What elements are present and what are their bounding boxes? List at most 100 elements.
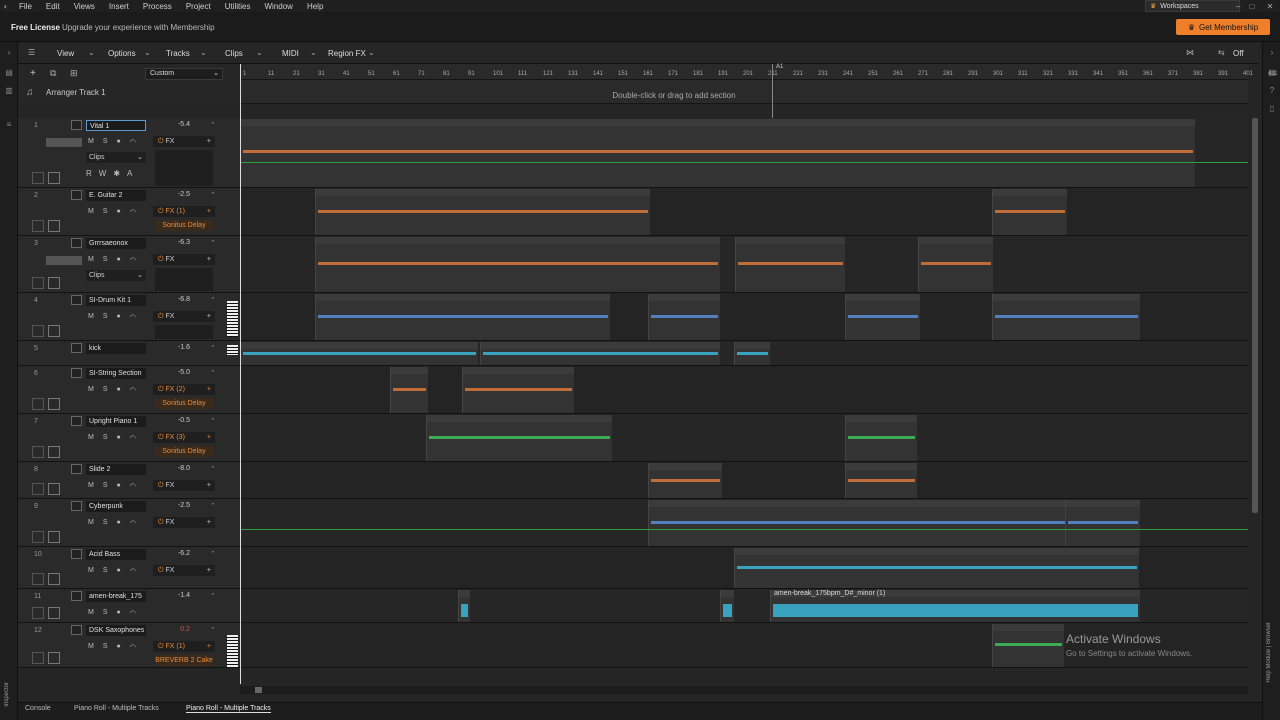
track-volume[interactable]: -2.5 [168,191,190,198]
inspector-label[interactable]: Inspector [4,682,10,707]
clip[interactable] [1065,500,1140,546]
track-lane-8[interactable] [240,462,1248,499]
automation-icon[interactable] [48,277,60,289]
track-menu-icon[interactable] [32,172,44,184]
track-volume[interactable]: -6.8 [168,296,190,303]
mute-button[interactable]: M [88,482,94,490]
track-name-field[interactable]: SI-Drum Kit 1 [86,295,146,306]
track-view-preset-select[interactable]: Custom ⌄ [145,68,223,80]
workspaces-dropdown[interactable]: ♛ Workspaces [1145,0,1240,12]
clip[interactable] [648,294,720,340]
solo-button[interactable]: S [103,138,108,146]
track-header-8[interactable]: 8 Slide 2 -8.0 ⌃ M S ● ◠ ⏻ FX + [18,462,240,499]
instrument-icon[interactable] [71,625,82,635]
chevron-up-icon[interactable]: ⌃ [210,502,216,510]
tab-console[interactable]: Console [25,705,51,712]
fx-bin[interactable]: ⏻ FX (1) + [153,641,215,652]
track-volume[interactable]: -0.5 [168,417,190,424]
fx-bin[interactable]: ⏻ FX + [153,517,215,528]
snap-off-label[interactable]: Off [1233,49,1244,58]
track-volume[interactable]: -6.3 [168,239,190,246]
track-header-5[interactable]: 5 kick -1.6 ⌃ [18,341,240,366]
maximize-icon[interactable]: □ [1246,0,1258,12]
add-fx-icon[interactable]: + [207,206,211,217]
add-fx-icon[interactable]: + [207,384,211,395]
solo-button[interactable]: S [103,482,108,490]
clip[interactable] [315,294,610,340]
record-arm-icon[interactable]: ● [117,643,121,651]
solo-button[interactable]: S [103,256,108,264]
record-arm-icon[interactable]: ● [117,313,121,321]
clip[interactable] [845,463,917,498]
synth-rack-icon[interactable] [46,256,82,265]
input-echo-icon[interactable]: ◠ [130,643,136,651]
menu-insert[interactable]: Insert [102,2,136,11]
automation-icon[interactable] [48,325,60,337]
clip-header[interactable] [241,342,478,349]
add-fx-icon[interactable]: + [207,254,211,265]
input-echo-icon[interactable]: ◠ [130,256,136,264]
track-header-1[interactable]: 1 Vital 1 -5.4 ⌃ M S ● ◠ ⏻ FX + Clips ⌄ R W ✱ A [18,118,240,188]
track-name-field[interactable]: amen-break_175 [86,591,146,602]
track-volume[interactable]: -5.0 [168,369,190,376]
add-fx-icon[interactable]: + [207,641,211,652]
chevron-up-icon[interactable]: ⌃ [210,550,216,558]
tracks-menu[interactable]: Tracks [166,49,190,58]
record-arm-icon[interactable]: ● [117,482,121,490]
input-echo-icon[interactable]: ◠ [130,208,136,216]
fx-bin[interactable]: ⏻ FX + [153,311,215,322]
chevron-up-icon[interactable]: ⌃ [210,417,216,425]
mute-button[interactable]: M [88,609,94,617]
options-menu[interactable]: Options [108,49,136,58]
now-time-marker[interactable] [240,64,241,684]
arranger-track-name[interactable]: Arranger Track 1 [46,88,106,97]
add-track-icon[interactable]: + [30,68,36,79]
clip-header[interactable] [1066,500,1140,507]
instrument-icon[interactable] [71,464,82,474]
instrument-icon[interactable] [71,591,82,601]
clip-header[interactable] [846,463,917,470]
clip[interactable] [240,119,1195,187]
clip[interactable] [720,590,734,622]
track-name-field[interactable]: Upright Piano 1 [86,416,146,427]
tab-piano-roll-1[interactable]: Piano Roll - Multiple Tracks [74,705,159,712]
menu-project[interactable]: Project [179,2,218,11]
instrument-icon[interactable] [71,238,82,248]
track-name-field[interactable]: Vital 1 [86,120,146,131]
input-echo-icon[interactable]: ◠ [130,313,136,321]
track-header-6[interactable]: 6 SI-String Section -5.0 ⌃ M S ● ◠ ⏻ FX (2) + Soni… [18,366,240,414]
record-arm-icon[interactable]: ● [117,256,121,264]
instrument-icon[interactable] [71,120,82,130]
solo-button[interactable]: S [103,519,108,527]
add-fx-icon[interactable]: + [207,565,211,576]
clips-selector[interactable]: Clips ⌄ [86,152,146,163]
chevron-up-icon[interactable]: ⌃ [210,465,216,473]
instrument-icon[interactable] [71,549,82,559]
menu-utilities[interactable]: Utilities [218,2,258,11]
record-arm-icon[interactable]: ● [117,208,121,216]
automation-icon[interactable] [48,531,60,543]
clip[interactable] [734,548,1139,588]
instrument-icon[interactable] [71,295,82,305]
chevron-up-icon[interactable]: ⌃ [210,121,216,129]
track-menu-icon[interactable] [32,220,44,232]
mute-button[interactable]: M [88,313,94,321]
instrument-icon[interactable] [71,343,82,353]
clip-header[interactable] [649,463,722,470]
track-header-12[interactable]: 12 DSK Saxophones 0.2 ⌃ M S ● ◠ ⏻ FX (1) + BREVERB… [18,623,240,668]
record-arm-icon[interactable]: ● [117,386,121,394]
clip[interactable]: amen-break_175bpm_D#_minor (1) [770,590,1140,622]
record-arm-icon[interactable]: ● [117,519,121,527]
input-echo-icon[interactable]: ◠ [130,567,136,575]
automation-envelope[interactable] [240,162,1248,163]
instrument-icon[interactable] [71,190,82,200]
mute-button[interactable]: M [88,208,94,216]
menu-help[interactable]: Help [300,2,330,11]
clip-header[interactable] [427,415,612,422]
mute-button[interactable]: M [88,256,94,264]
track-menu-icon[interactable] [32,325,44,337]
track-volume[interactable]: -1.6 [168,344,190,351]
solo-button[interactable]: S [103,567,108,575]
track-volume[interactable]: -5.4 [168,121,190,128]
track-name-field[interactable]: SI-String Section [86,368,146,379]
